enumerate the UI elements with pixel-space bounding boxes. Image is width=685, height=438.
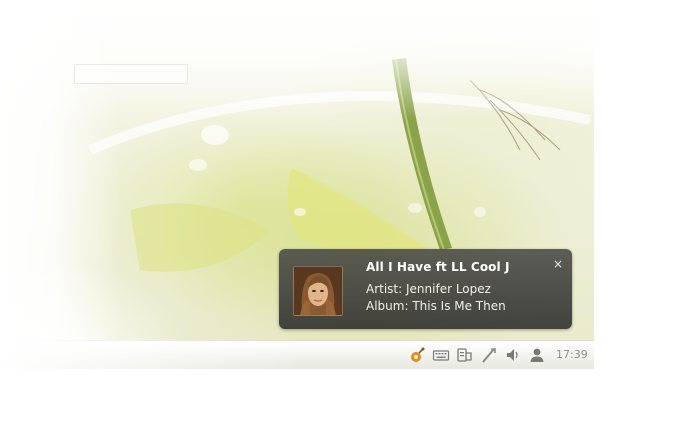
messaging-indicator-icon[interactable] [456,346,474,364]
wallpaper-corner-fade [0,240,260,340]
artist-line: Artist: Jennifer Lopez [366,282,491,296]
volume-indicator-icon[interactable] [504,346,522,364]
song-title: All I Have ft LL Cool J [366,260,510,274]
user-indicator-icon[interactable] [528,346,546,364]
clock[interactable]: 17:39 [556,348,588,361]
close-icon[interactable]: × [552,258,564,270]
system-tray [405,346,555,364]
album-cover-image [293,266,343,316]
keyboard-indicator-icon[interactable] [432,346,450,364]
now-playing-notification: All I Have ft LL Cool J Artist: Jennifer… [279,249,572,329]
desktop: All I Have ft LL Cool J Artist: Jennifer… [0,0,685,438]
faded-background-button [74,64,188,84]
album-line: Album: This Is Me Then [366,299,506,313]
panel-fade [0,340,300,370]
music-player-indicator-icon[interactable] [408,346,426,364]
network-indicator-icon[interactable] [480,346,498,364]
